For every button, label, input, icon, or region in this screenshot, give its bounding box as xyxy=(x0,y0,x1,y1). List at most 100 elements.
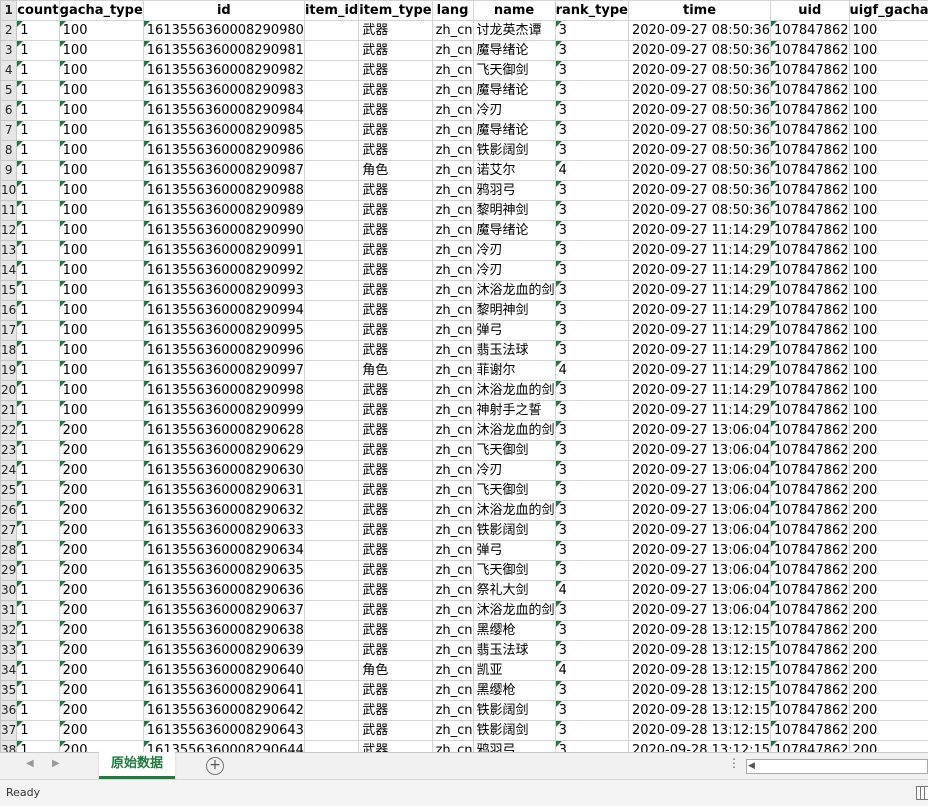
cell-count[interactable]: 1 xyxy=(17,661,59,681)
cell-lang[interactable]: zh_cn xyxy=(432,521,473,541)
cell-name[interactable]: 铁影阔剑 xyxy=(473,701,555,721)
cell-uigf-gacha-type[interactable]: 200 xyxy=(849,501,928,521)
cell-gacha-type[interactable]: 100 xyxy=(59,301,143,321)
cell-gacha-type[interactable]: 200 xyxy=(59,461,143,481)
cell-uigf-gacha-type[interactable]: 100 xyxy=(849,321,928,341)
row-number-header[interactable]: 1 xyxy=(1,1,17,21)
cell-uid[interactable]: 107847862 xyxy=(771,421,849,441)
cell-uigf-gacha-type[interactable]: 100 xyxy=(849,121,928,141)
row-number[interactable]: 38 xyxy=(1,741,17,753)
cell-name[interactable]: 黑缨枪 xyxy=(473,681,555,701)
cell-lang[interactable]: zh_cn xyxy=(432,701,473,721)
cell-id[interactable]: 1613556360008290998 xyxy=(143,381,304,401)
cell-count[interactable]: 1 xyxy=(17,681,59,701)
cell-uigf-gacha-type[interactable]: 100 xyxy=(849,141,928,161)
cell-gacha-type[interactable]: 200 xyxy=(59,721,143,741)
cell-name[interactable]: 祭礼大剑 xyxy=(473,581,555,601)
row-number[interactable]: 16 xyxy=(1,301,17,321)
cell-item-id[interactable] xyxy=(304,321,358,341)
cell-item-type[interactable]: 武器 xyxy=(359,721,432,741)
cell-gacha-type[interactable]: 100 xyxy=(59,121,143,141)
cell-item-type[interactable]: 武器 xyxy=(359,221,432,241)
row-number[interactable]: 7 xyxy=(1,121,17,141)
cell-id[interactable]: 1613556360008290634 xyxy=(143,541,304,561)
cell-item-id[interactable] xyxy=(304,481,358,501)
cell-uid[interactable]: 107847862 xyxy=(771,201,849,221)
cell-item-id[interactable] xyxy=(304,681,358,701)
cell-gacha-type[interactable]: 200 xyxy=(59,681,143,701)
cell-name[interactable]: 黑缨枪 xyxy=(473,621,555,641)
row-number[interactable]: 31 xyxy=(1,601,17,621)
cell-count[interactable]: 1 xyxy=(17,461,59,481)
cell-uigf-gacha-type[interactable]: 200 xyxy=(849,681,928,701)
row-number[interactable]: 22 xyxy=(1,421,17,441)
cell-uid[interactable]: 107847862 xyxy=(771,221,849,241)
cell-count[interactable]: 1 xyxy=(17,361,59,381)
cell-gacha-type[interactable]: 100 xyxy=(59,321,143,341)
cell-count[interactable]: 1 xyxy=(17,181,59,201)
cell-time[interactable]: 2020-09-27 08:50:36 xyxy=(628,141,770,161)
cell-name[interactable]: 翡玉法球 xyxy=(473,341,555,361)
plus-circle-icon[interactable]: + xyxy=(206,757,224,775)
cell-count[interactable]: 1 xyxy=(17,501,59,521)
column-header-lang[interactable]: lang xyxy=(432,1,473,21)
cell-item-id[interactable] xyxy=(304,361,358,381)
row-number[interactable]: 27 xyxy=(1,521,17,541)
cell-time[interactable]: 2020-09-27 13:06:04 xyxy=(628,581,770,601)
cell-item-type[interactable]: 武器 xyxy=(359,321,432,341)
cell-lang[interactable]: zh_cn xyxy=(432,721,473,741)
cell-item-type[interactable]: 武器 xyxy=(359,101,432,121)
cell-count[interactable]: 1 xyxy=(17,41,59,61)
cell-uid[interactable]: 107847862 xyxy=(771,61,849,81)
cell-item-id[interactable] xyxy=(304,201,358,221)
cell-time[interactable]: 2020-09-28 13:12:15 xyxy=(628,641,770,661)
column-header-rank-type[interactable]: rank_type xyxy=(555,1,628,21)
row-number[interactable]: 14 xyxy=(1,261,17,281)
cell-id[interactable]: 1613556360008290644 xyxy=(143,741,304,753)
row-number[interactable]: 8 xyxy=(1,141,17,161)
cell-gacha-type[interactable]: 100 xyxy=(59,281,143,301)
cell-id[interactable]: 1613556360008290999 xyxy=(143,401,304,421)
cell-uigf-gacha-type[interactable]: 100 xyxy=(849,61,928,81)
cell-id[interactable]: 1613556360008290641 xyxy=(143,681,304,701)
cell-uigf-gacha-type[interactable]: 200 xyxy=(849,581,928,601)
cell-time[interactable]: 2020-09-27 11:14:29 xyxy=(628,261,770,281)
cell-time[interactable]: 2020-09-28 13:12:15 xyxy=(628,681,770,701)
cell-id[interactable]: 1613556360008290636 xyxy=(143,581,304,601)
cell-id[interactable]: 1613556360008290990 xyxy=(143,221,304,241)
cell-item-type[interactable]: 武器 xyxy=(359,621,432,641)
cell-item-type[interactable]: 武器 xyxy=(359,421,432,441)
row-number[interactable]: 10 xyxy=(1,181,17,201)
row-number[interactable]: 34 xyxy=(1,661,17,681)
cell-lang[interactable]: zh_cn xyxy=(432,181,473,201)
cell-item-type[interactable]: 武器 xyxy=(359,461,432,481)
cell-uid[interactable]: 107847862 xyxy=(771,681,849,701)
cell-id[interactable]: 1613556360008290991 xyxy=(143,241,304,261)
cell-gacha-type[interactable]: 100 xyxy=(59,401,143,421)
cell-id[interactable]: 1613556360008290994 xyxy=(143,301,304,321)
cell-uigf-gacha-type[interactable]: 100 xyxy=(849,401,928,421)
cell-rank-type[interactable]: 3 xyxy=(555,241,628,261)
cell-lang[interactable]: zh_cn xyxy=(432,641,473,661)
cell-gacha-type[interactable]: 100 xyxy=(59,61,143,81)
spreadsheet-grid[interactable]: 1countgacha_typeiditem_iditem_typelangna… xyxy=(0,0,928,752)
cell-rank-type[interactable]: 3 xyxy=(555,701,628,721)
cell-item-type[interactable]: 武器 xyxy=(359,581,432,601)
cell-time[interactable]: 2020-09-27 13:06:04 xyxy=(628,561,770,581)
cell-rank-type[interactable]: 3 xyxy=(555,21,628,41)
cell-gacha-type[interactable]: 200 xyxy=(59,441,143,461)
cell-item-id[interactable] xyxy=(304,401,358,421)
cell-rank-type[interactable]: 3 xyxy=(555,401,628,421)
cell-uigf-gacha-type[interactable]: 100 xyxy=(849,341,928,361)
cell-uigf-gacha-type[interactable]: 100 xyxy=(849,301,928,321)
cell-uid[interactable]: 107847862 xyxy=(771,121,849,141)
cell-lang[interactable]: zh_cn xyxy=(432,201,473,221)
cell-id[interactable]: 1613556360008290983 xyxy=(143,81,304,101)
cell-gacha-type[interactable]: 100 xyxy=(59,221,143,241)
cell-gacha-type[interactable]: 200 xyxy=(59,541,143,561)
cell-time[interactable]: 2020-09-27 08:50:36 xyxy=(628,101,770,121)
row-number[interactable]: 11 xyxy=(1,201,17,221)
cell-lang[interactable]: zh_cn xyxy=(432,61,473,81)
cell-count[interactable]: 1 xyxy=(17,161,59,181)
cell-id[interactable]: 1613556360008290635 xyxy=(143,561,304,581)
